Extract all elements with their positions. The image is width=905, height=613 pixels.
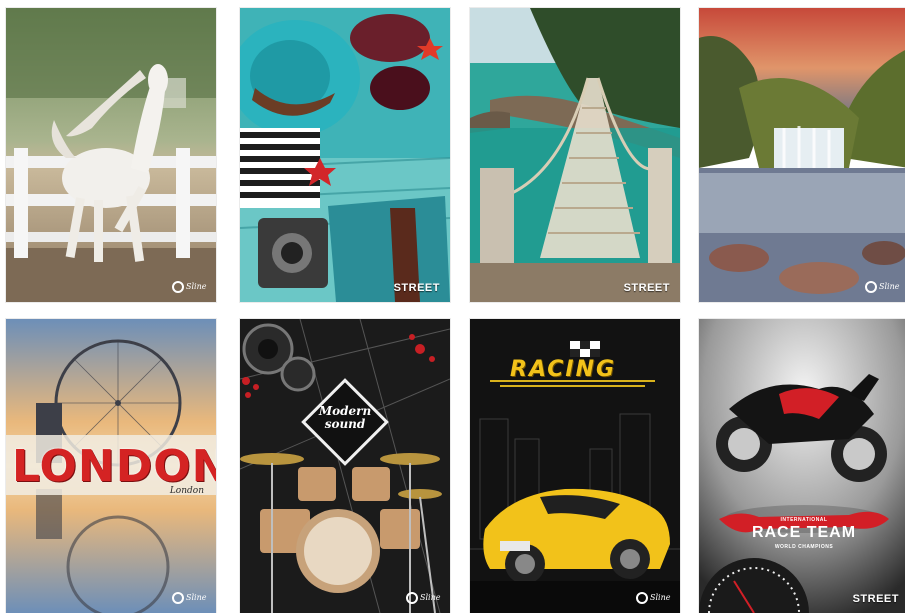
rope-bridge-cover: STREET bbox=[470, 8, 680, 302]
beach-cover: STREET bbox=[240, 8, 450, 302]
banner-main-text: RACE TEAM bbox=[751, 524, 857, 541]
brand-label: Sline bbox=[186, 282, 207, 291]
modern-sound-cover: Modern sound Sline bbox=[240, 319, 450, 613]
modern-sound-text: Modern sound bbox=[310, 405, 380, 431]
london-title: LONDON bbox=[12, 441, 216, 492]
sline-ring-icon bbox=[865, 281, 877, 293]
brand-label: Sline bbox=[420, 593, 441, 602]
beach-still-life-photo bbox=[240, 8, 450, 302]
waterfall-cover: Sline bbox=[699, 8, 905, 302]
horse-cover: Sline bbox=[6, 8, 216, 302]
notebook-cover-grid: Sline STREET STREET Sline LONDON London … bbox=[0, 0, 905, 613]
race-team-banner: INTERNATIONAL RACE TEAM WORLD CHAMPIONS bbox=[721, 517, 887, 551]
sline-ring-icon bbox=[172, 592, 184, 604]
racing-cover: RACING Sline bbox=[470, 319, 680, 613]
sline-logo: Sline bbox=[636, 591, 670, 607]
race-team-cover: INTERNATIONAL RACE TEAM WORLD CHAMPIONS … bbox=[699, 319, 905, 613]
brand-label: STREET bbox=[393, 282, 440, 294]
brand-label: Sline bbox=[650, 593, 671, 602]
rope-bridge-photo bbox=[470, 8, 680, 302]
horse-photo bbox=[6, 8, 216, 302]
sline-logo: Sline bbox=[172, 591, 206, 607]
sline-logo: Sline bbox=[865, 280, 899, 296]
badge-line-2: sound bbox=[324, 417, 366, 431]
sline-ring-icon bbox=[172, 281, 184, 293]
banner-bottom-text: WORLD CHAMPIONS bbox=[774, 544, 834, 550]
racing-title: RACING bbox=[510, 357, 617, 382]
sline-logo: Sline bbox=[406, 591, 440, 607]
sline-logo: Sline bbox=[172, 280, 206, 296]
sline-ring-icon bbox=[636, 592, 648, 604]
brand-label: STREET bbox=[623, 282, 670, 294]
banner-top-text: INTERNATIONAL bbox=[780, 517, 828, 523]
brand-label: Sline bbox=[186, 593, 207, 602]
brand-label: STREET bbox=[852, 593, 899, 605]
drum-kit-illustration bbox=[240, 319, 450, 613]
london-cover: LONDON London Sline bbox=[6, 319, 216, 613]
waterfall-photo bbox=[699, 8, 905, 302]
brand-label: Sline bbox=[879, 282, 900, 291]
sline-ring-icon bbox=[406, 592, 418, 604]
london-subtitle: London bbox=[169, 486, 204, 496]
motorcycle-illustration bbox=[699, 319, 905, 613]
